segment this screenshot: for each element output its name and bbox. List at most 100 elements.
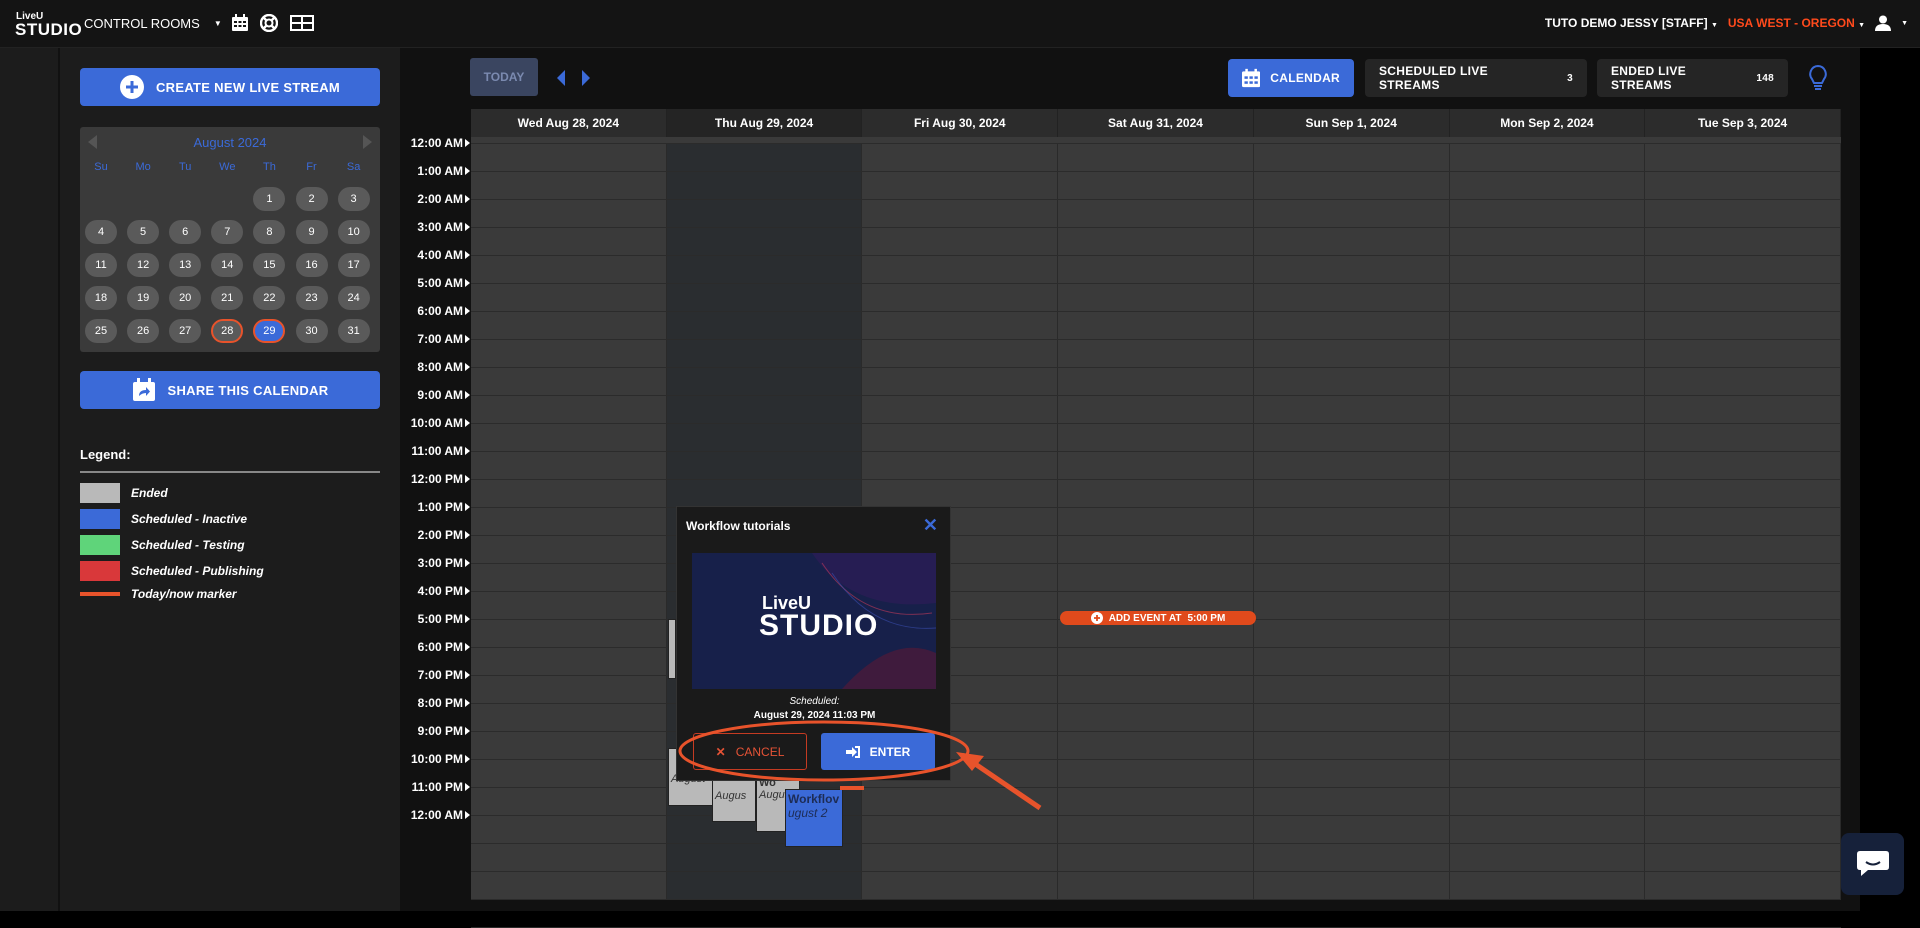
mini-calendar-day[interactable]: 9 xyxy=(295,220,328,244)
hour-line xyxy=(471,255,1841,256)
mini-calendar-day[interactable]: 17 xyxy=(337,253,370,277)
mini-calendar-day[interactable]: 18 xyxy=(85,286,117,310)
chat-button[interactable] xyxy=(1841,833,1904,895)
time-label: 11:00 PM xyxy=(400,780,470,794)
mini-calendar-day[interactable]: 28 xyxy=(211,319,244,343)
mini-calendar-day[interactable]: 6 xyxy=(169,220,202,244)
day-column[interactable] xyxy=(1450,144,1646,899)
mini-calendar-day[interactable]: 5 xyxy=(127,220,160,244)
mini-calendar-day[interactable]: 26 xyxy=(127,319,160,343)
mini-calendar-day[interactable]: 27 xyxy=(169,319,202,343)
annotation-overlay xyxy=(678,720,1042,811)
day-column-header[interactable]: Mon Sep 2, 2024 xyxy=(1449,109,1646,137)
mini-calendar-day[interactable]: 25 xyxy=(85,319,117,343)
mini-calendar-day[interactable]: 13 xyxy=(169,253,202,277)
mini-calendar-day[interactable]: 2 xyxy=(295,187,328,211)
event-thumbnail: LiveU STUDIO xyxy=(692,553,936,689)
mini-calendar-day[interactable]: 24 xyxy=(337,286,370,310)
prev-week-icon[interactable] xyxy=(557,70,565,86)
legend-item: Today/now marker xyxy=(80,587,237,601)
chevron-down-icon: ▼ xyxy=(1710,22,1718,29)
day-column-header[interactable]: Wed Aug 28, 2024 xyxy=(471,109,667,137)
tab-scheduled-live-streams[interactable]: SCHEDULED LIVE STREAMS 3 xyxy=(1365,59,1587,97)
day-column[interactable] xyxy=(471,144,667,899)
tab-ended-live-streams[interactable]: ENDED LIVE STREAMS 148 xyxy=(1597,59,1788,97)
legend-swatch xyxy=(80,509,120,529)
mini-calendar-day[interactable]: 7 xyxy=(211,220,244,244)
day-column-header[interactable]: Sun Sep 1, 2024 xyxy=(1253,109,1450,137)
day-column-header[interactable]: Fri Aug 30, 2024 xyxy=(862,109,1059,137)
add-event-label: ADD EVENT AT xyxy=(1108,612,1182,624)
legend-item: Scheduled - Inactive xyxy=(80,509,247,529)
chevron-down-icon[interactable]: ▼ xyxy=(1901,20,1908,27)
mini-calendar-day[interactable]: 22 xyxy=(253,286,286,310)
mini-calendar-day[interactable]: 20 xyxy=(169,286,202,310)
mini-calendar-day[interactable]: 19 xyxy=(127,286,160,310)
control-rooms-menu[interactable]: CONTROL ROOMS ▼ xyxy=(84,16,222,31)
legend-item: Ended xyxy=(80,483,168,503)
mini-calendar-day[interactable]: 23 xyxy=(295,286,328,310)
time-label: 2:00 AM xyxy=(400,192,470,206)
hour-line xyxy=(471,423,1841,424)
region-menu[interactable]: USA WEST - OREGON ▼ xyxy=(1728,16,1865,30)
region-name: USA WEST - OREGON xyxy=(1727,16,1855,30)
day-column[interactable] xyxy=(1254,144,1450,899)
liveu-studio-logo[interactable]: LiveU STUDIO xyxy=(15,11,82,39)
mini-calendar-dow: Fr xyxy=(306,161,317,173)
mini-calendar-dow: Su xyxy=(94,161,108,173)
mini-calendar-day[interactable]: 8 xyxy=(253,220,286,244)
scheduled-label: Scheduled: xyxy=(789,696,840,707)
mini-calendar-day[interactable]: 21 xyxy=(211,286,244,310)
time-label: 6:00 AM xyxy=(400,304,470,318)
legend-label: Today/now marker xyxy=(131,587,237,601)
day-column[interactable] xyxy=(1645,144,1841,899)
next-month-icon[interactable] xyxy=(363,135,372,149)
mini-calendar-day[interactable]: 14 xyxy=(211,253,244,277)
hour-line xyxy=(471,227,1841,228)
mini-calendar-day[interactable]: 29 xyxy=(253,319,286,343)
time-label: 3:00 PM xyxy=(400,556,470,570)
hour-line xyxy=(471,367,1841,368)
chat-icon xyxy=(1856,851,1889,876)
tab-calendar[interactable]: CALENDAR xyxy=(1228,59,1354,97)
calendar-share-icon xyxy=(132,378,155,401)
mini-calendar-day[interactable]: 4 xyxy=(85,220,117,244)
mini-calendar-day[interactable]: 12 xyxy=(127,253,160,277)
hour-line xyxy=(471,843,1841,844)
calendar-icon[interactable] xyxy=(231,14,249,32)
hour-line xyxy=(471,395,1841,396)
mini-calendar-day[interactable]: 16 xyxy=(295,253,328,277)
hour-line xyxy=(471,815,1841,816)
layout-icon[interactable] xyxy=(290,14,314,32)
next-week-icon[interactable] xyxy=(582,70,590,86)
thumbnail-studio-text: STUDIO xyxy=(759,609,879,642)
mini-calendar-day[interactable]: 3 xyxy=(337,187,370,211)
day-column-header[interactable]: Thu Aug 29, 2024 xyxy=(666,109,863,137)
user-icon[interactable] xyxy=(1875,15,1892,31)
time-label: 5:00 AM xyxy=(400,276,470,290)
time-label: 5:00 PM xyxy=(400,612,470,626)
legend-label: Scheduled - Testing xyxy=(131,538,245,552)
mini-calendar-day[interactable]: 11 xyxy=(85,253,117,277)
mini-calendar-day[interactable]: 31 xyxy=(337,319,370,343)
mini-calendar-day[interactable]: 1 xyxy=(253,187,286,211)
day-column-header[interactable]: Sat Aug 31, 2024 xyxy=(1058,109,1254,137)
close-icon[interactable]: ✕ xyxy=(923,515,938,536)
mini-calendar-day[interactable]: 10 xyxy=(337,220,370,244)
user-menu[interactable]: TUTO DEMO JESSY [STAFF] ▼ xyxy=(1545,16,1718,30)
share-calendar-button[interactable]: SHARE THIS CALENDAR xyxy=(80,371,380,409)
legend-label: Scheduled - Inactive xyxy=(131,512,248,526)
add-event-button[interactable]: ADD EVENT AT 5:00 PM xyxy=(1060,611,1256,625)
today-button[interactable]: TODAY xyxy=(470,58,538,96)
mini-calendar-day[interactable]: 30 xyxy=(295,319,328,343)
mini-calendar-day[interactable]: 15 xyxy=(253,253,286,277)
lifebuoy-icon[interactable] xyxy=(260,14,278,32)
day-column[interactable] xyxy=(1058,144,1254,899)
chevron-down-icon: ▼ xyxy=(213,19,222,28)
lightbulb-icon[interactable] xyxy=(1808,64,1828,92)
event-block[interactable] xyxy=(668,619,676,679)
hour-line xyxy=(471,171,1841,172)
time-label: 12:00 AM xyxy=(400,136,470,150)
day-column-header[interactable]: Tue Sep 3, 2024 xyxy=(1645,109,1841,137)
create-live-stream-button[interactable]: CREATE NEW LIVE STREAM xyxy=(80,68,380,106)
